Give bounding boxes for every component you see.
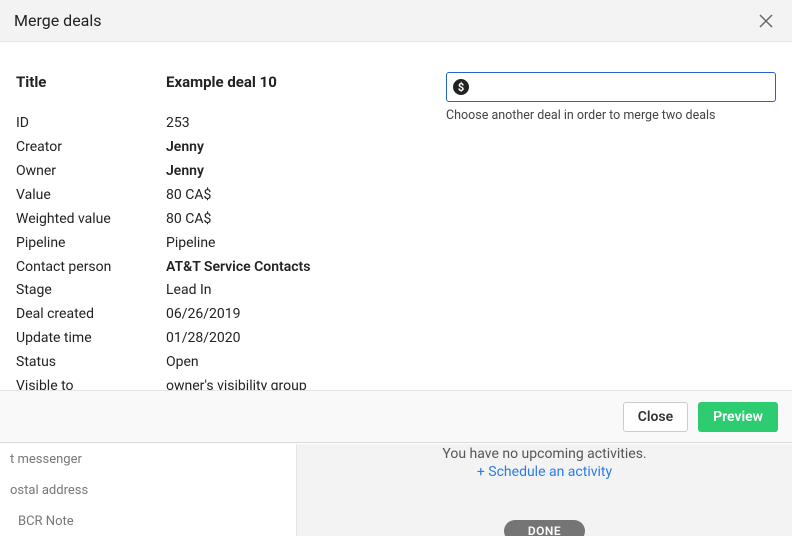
modal-body: Title Example deal 10 ID253CreatorJennyO…	[0, 42, 792, 390]
detail-value: Lead In	[166, 281, 212, 300]
detail-value: 80 CA$	[166, 186, 211, 205]
detail-label: Owner	[16, 162, 166, 181]
search-column: $ Choose another deal in order to merge …	[446, 72, 776, 378]
deal-search-box[interactable]: $	[446, 72, 776, 102]
detail-header-label: Title	[16, 72, 166, 92]
detail-row: CreatorJenny	[16, 138, 416, 157]
sidebar-item[interactable]: t messenger	[0, 444, 296, 475]
close-icon[interactable]	[754, 9, 778, 33]
detail-value-link[interactable]: Jenny	[166, 162, 204, 181]
detail-label: Value	[16, 186, 166, 205]
modal-header: Merge deals	[0, 0, 792, 42]
detail-row: Weighted value80 CA$	[16, 210, 416, 229]
detail-value-link[interactable]: AT&T Service Contacts	[166, 258, 310, 277]
close-button[interactable]: Close	[623, 402, 688, 432]
merge-deals-modal: Merge deals Title Example deal 10 ID253C…	[0, 0, 792, 443]
detail-value: 80 CA$	[166, 210, 211, 229]
deal-details: Title Example deal 10 ID253CreatorJennyO…	[16, 72, 416, 378]
detail-row: Update time01/28/2020	[16, 329, 416, 348]
detail-label: Pipeline	[16, 234, 166, 253]
detail-row: Visible toowner's visibility group	[16, 377, 416, 390]
detail-label: Contact person	[16, 258, 166, 277]
detail-row: PipelinePipeline	[16, 234, 416, 253]
detail-value: owner's visibility group	[166, 377, 307, 390]
detail-label: Status	[16, 353, 166, 372]
detail-header-row: Title Example deal 10	[16, 72, 416, 102]
deal-search-input[interactable]	[475, 78, 769, 96]
detail-row: StageLead In	[16, 281, 416, 300]
detail-row: StatusOpen	[16, 353, 416, 372]
deal-icon: $	[453, 79, 469, 95]
detail-label: Deal created	[16, 305, 166, 324]
detail-label: ID	[16, 114, 166, 133]
detail-header-value: Example deal 10	[166, 72, 277, 92]
detail-value: Pipeline	[166, 234, 216, 253]
detail-value: Open	[166, 353, 199, 372]
detail-row: Deal created06/26/2019	[16, 305, 416, 324]
no-activities-text: You have no upcoming activities.	[297, 446, 792, 462]
detail-value: 06/26/2019	[166, 305, 241, 324]
detail-value: 01/28/2020	[166, 329, 241, 348]
schedule-activity-link[interactable]: + Schedule an activity	[297, 464, 792, 480]
sidebar-item[interactable]: ostal address	[0, 475, 296, 506]
sidebar-fragment: t messenger ostal address BCR Note	[0, 444, 297, 536]
done-button[interactable]: DONE	[504, 520, 585, 536]
detail-value: 253	[166, 114, 190, 133]
detail-row: OwnerJenny	[16, 162, 416, 181]
modal-title: Merge deals	[14, 11, 102, 30]
detail-row: Contact personAT&T Service Contacts	[16, 258, 416, 277]
search-helper-text: Choose another deal in order to merge tw…	[446, 108, 776, 123]
modal-footer: Close Preview	[0, 390, 792, 442]
detail-label: Update time	[16, 329, 166, 348]
detail-row: ID253	[16, 114, 416, 133]
detail-value-link[interactable]: Jenny	[166, 138, 204, 157]
activities-panel: You have no upcoming activities. + Sched…	[297, 444, 792, 536]
detail-label: Weighted value	[16, 210, 166, 229]
sidebar-item[interactable]: BCR Note	[0, 506, 296, 536]
detail-label: Stage	[16, 281, 166, 300]
preview-button[interactable]: Preview	[698, 402, 778, 432]
detail-label: Creator	[16, 138, 166, 157]
detail-label: Visible to	[16, 377, 166, 390]
detail-row: Value80 CA$	[16, 186, 416, 205]
